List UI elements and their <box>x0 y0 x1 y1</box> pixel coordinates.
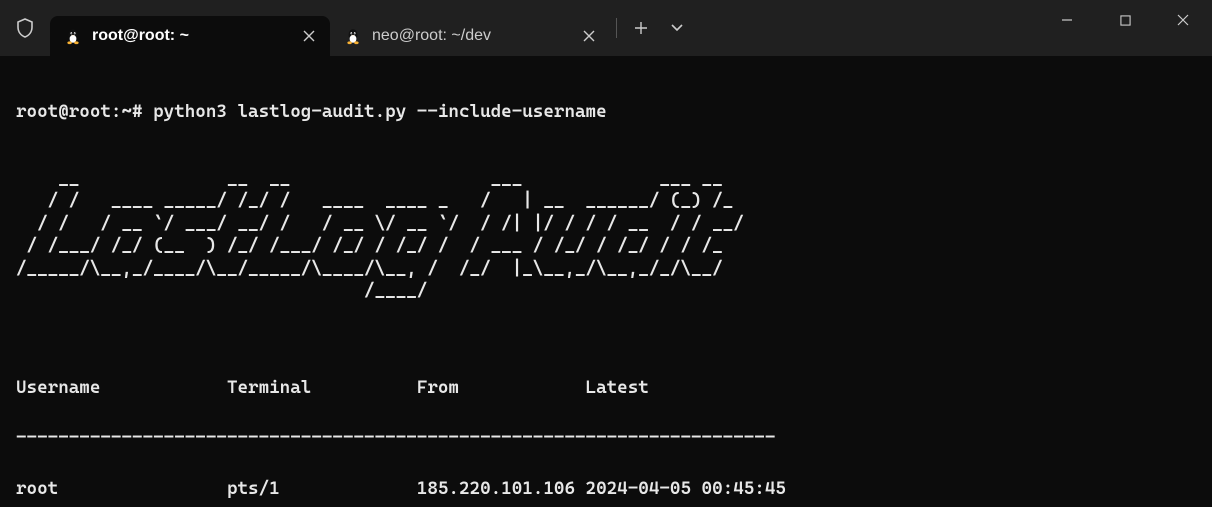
close-icon[interactable] <box>300 27 318 45</box>
prompt-ps1: root@root:~# <box>16 101 143 122</box>
close-icon[interactable] <box>580 27 598 45</box>
tux-icon <box>344 27 362 45</box>
close-window-button[interactable] <box>1154 0 1212 40</box>
command-line: root@root:~# python3 lastlog-audit.py --… <box>16 99 1196 124</box>
blank-line <box>16 328 1196 350</box>
prompt-command: python3 lastlog-audit.py --include-usern… <box>153 101 607 122</box>
window-titlebar: root@root: ~ neo@root: ~/dev <box>0 0 1212 56</box>
tab-label: neo@root: ~/dev <box>372 27 570 45</box>
tab-divider <box>616 18 617 38</box>
tab-dropdown-button[interactable] <box>659 10 695 46</box>
terminal-viewport[interactable]: root@root:~# python3 lastlog-audit.py --… <box>0 56 1212 507</box>
table-separator: ----------------------------------------… <box>16 425 1196 450</box>
ascii-banner: __ __ __ ___ ___ __ / / ____ _____/ /_/ … <box>16 168 1196 303</box>
minimize-button[interactable] <box>1038 0 1096 40</box>
table-row: root pts/1 185.220.101.106 2024-04-05 00… <box>16 476 1196 501</box>
new-tab-button[interactable] <box>623 10 659 46</box>
tab-strip: root@root: ~ neo@root: ~/dev <box>50 0 695 56</box>
tux-icon <box>64 27 82 45</box>
shield-icon[interactable] <box>0 8 50 48</box>
tab-root[interactable]: root@root: ~ <box>50 16 330 56</box>
window-controls <box>1038 0 1212 40</box>
tab-label: root@root: ~ <box>92 27 290 45</box>
maximize-button[interactable] <box>1096 0 1154 40</box>
table-header-row: Username Terminal From Latest <box>16 375 1196 400</box>
tab-neo[interactable]: neo@root: ~/dev <box>330 16 610 56</box>
